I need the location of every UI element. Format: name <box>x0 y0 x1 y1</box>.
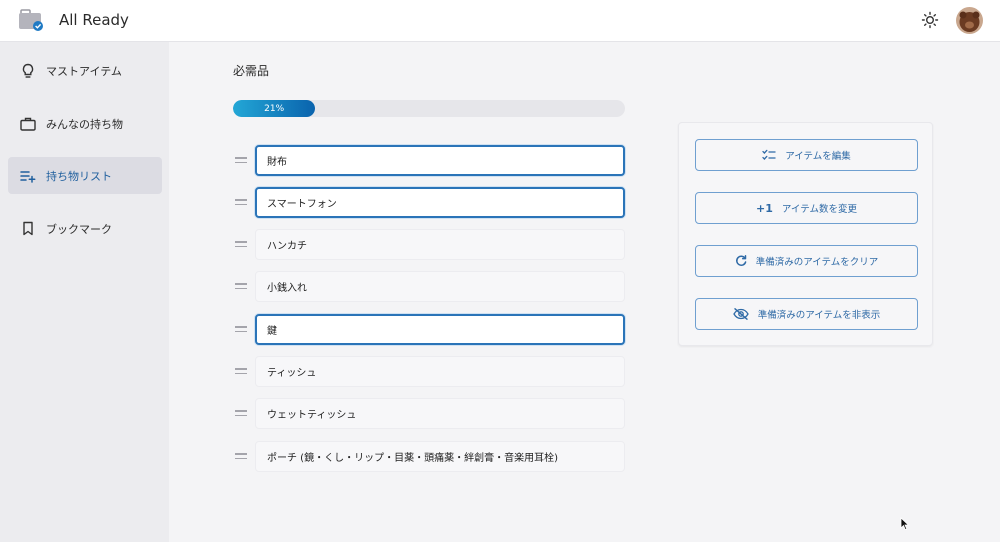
item-checkbox-card[interactable]: ポーチ (鏡・くし・リップ・目薬・頭痛薬・絆創膏・音楽用耳栓) <box>255 441 625 472</box>
item-label: ハンカチ <box>267 241 307 252</box>
drag-handle-icon[interactable] <box>235 453 247 460</box>
plus-one-icon: +1 <box>756 201 773 215</box>
item-label: ウェットティッシュ <box>267 410 357 421</box>
list-item: ウェットティッシュ <box>233 398 626 429</box>
sidebar-item-bookmarks[interactable]: ブックマーク <box>8 210 162 247</box>
progress-fill: 21% <box>233 100 316 117</box>
list-item: ハンカチ <box>233 229 626 260</box>
list-item: 鍵 <box>233 314 626 345</box>
item-label: 鍵 <box>267 326 277 337</box>
item-label: 財布 <box>267 157 287 168</box>
page-title: 必需品 <box>233 64 270 78</box>
playlist-add-icon <box>20 168 36 184</box>
lightbulb-icon <box>20 63 36 79</box>
item-label: ポーチ (鏡・くし・リップ・目薬・頭痛薬・絆創膏・音楽用耳栓) <box>267 453 558 464</box>
sidebar: マストアイテム みんなの持ち物 持ち物リスト ブックマーク <box>0 42 169 542</box>
drag-handle-icon[interactable] <box>235 410 247 417</box>
item-label: 小銭入れ <box>267 283 307 294</box>
sidebar-item-label: マストアイテム <box>46 64 122 78</box>
item-checkbox-card[interactable]: 鍵 <box>255 314 625 345</box>
progress-label: 21% <box>264 103 285 114</box>
item-checkbox-card[interactable]: スマートフォン <box>255 187 625 218</box>
drag-handle-icon[interactable] <box>235 326 247 333</box>
change-count-button[interactable]: +1 アイテム数を変更 <box>695 192 918 224</box>
item-checkbox-card[interactable]: 小銭入れ <box>255 271 625 302</box>
briefcase-icon <box>20 116 36 132</box>
drag-handle-icon[interactable] <box>235 241 247 248</box>
sidebar-item-item-list[interactable]: 持ち物リスト <box>8 157 162 194</box>
drag-handle-icon[interactable] <box>235 199 247 206</box>
progress-bar: 21% <box>233 100 625 117</box>
item-checkbox-card[interactable]: ハンカチ <box>255 229 625 260</box>
list-item: ティッシュ <box>233 356 626 387</box>
list-item: ポーチ (鏡・くし・リップ・目薬・頭痛薬・絆創膏・音楽用耳栓) <box>233 441 626 472</box>
drag-handle-icon[interactable] <box>235 157 247 164</box>
app-title: All Ready <box>59 11 129 29</box>
briefcase-check-logo-icon <box>18 8 46 32</box>
list-item: 小銭入れ <box>233 271 626 302</box>
list-item: 財布 <box>233 145 626 176</box>
theme-toggle-sun-icon[interactable] <box>919 9 941 31</box>
mouse-cursor-icon <box>900 516 910 531</box>
sidebar-item-label: みんなの持ち物 <box>46 117 123 131</box>
sidebar-item-everyones-items[interactable]: みんなの持ち物 <box>8 105 162 142</box>
user-avatar[interactable] <box>956 7 983 34</box>
hide-ready-label: 準備済みのアイテムを非表示 <box>757 310 881 321</box>
list-item: スマートフォン <box>233 187 626 218</box>
item-label: スマートフォン <box>267 199 337 210</box>
item-checkbox-card[interactable]: ウェットティッシュ <box>255 398 625 429</box>
change-count-label: アイテム数を変更 <box>781 204 857 215</box>
refresh-icon <box>735 255 747 267</box>
edit-items-label: アイテムを編集 <box>785 151 851 162</box>
sidebar-item-label: ブックマーク <box>46 222 112 236</box>
item-label: ティッシュ <box>267 368 317 379</box>
actions-panel: アイテムを編集 +1 アイテム数を変更 準備済みのアイテムをクリア 準備済みのア… <box>678 122 933 346</box>
sidebar-item-label: 持ち物リスト <box>46 169 112 183</box>
drag-handle-icon[interactable] <box>235 368 247 375</box>
clear-ready-label: 準備済みのアイテムをクリア <box>755 257 879 268</box>
eye-off-icon <box>732 308 749 320</box>
edit-items-button[interactable]: アイテムを編集 <box>695 139 918 171</box>
app-header: All Ready <box>0 0 1000 42</box>
checklist-icon <box>762 149 776 161</box>
hide-ready-button[interactable]: 準備済みのアイテムを非表示 <box>695 298 918 330</box>
drag-handle-icon[interactable] <box>235 283 247 290</box>
item-checkbox-card[interactable]: ティッシュ <box>255 356 625 387</box>
sidebar-item-must-items[interactable]: マストアイテム <box>8 52 162 89</box>
bookmark-icon <box>20 221 36 237</box>
clear-ready-button[interactable]: 準備済みのアイテムをクリア <box>695 245 918 277</box>
item-checkbox-card[interactable]: 財布 <box>255 145 625 176</box>
